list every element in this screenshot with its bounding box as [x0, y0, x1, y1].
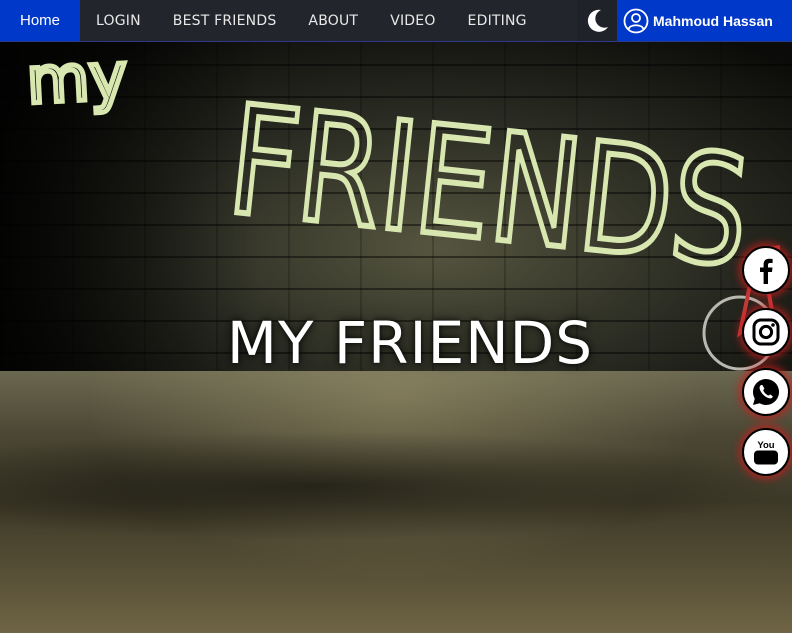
whatsapp-icon: [753, 378, 780, 405]
nav-login-link[interactable]: LOGIN: [80, 0, 157, 41]
youtube-icon: YouTube: [754, 440, 778, 465]
facebook-icon: [760, 258, 773, 284]
nav-best-friends-link[interactable]: BEST FRIENDS: [157, 0, 293, 41]
youtube-button[interactable]: YouTube: [742, 428, 790, 476]
graffiti-art: my FRIENDS: [22, 41, 759, 301]
whatsapp-button[interactable]: [742, 368, 790, 416]
top-navbar: Home LOGIN BEST FRIENDS ABOUT VIDEO EDIT…: [0, 0, 792, 42]
nav-editing-link[interactable]: EDITING: [452, 0, 543, 41]
hero-section: my FRIENDS MY FRIENDS: [0, 41, 792, 633]
facebook-button[interactable]: [742, 246, 790, 294]
nav-video-link[interactable]: VIDEO: [374, 0, 451, 41]
user-name: Mahmoud Hassan: [653, 12, 773, 29]
ground-shadow: [0, 431, 792, 541]
user-account-button[interactable]: Mahmoud Hassan: [617, 0, 792, 41]
instagram-icon: [752, 318, 780, 346]
moon-icon[interactable]: [577, 0, 617, 41]
hero-title: MY FRIENDS: [226, 309, 594, 377]
nav-home-button[interactable]: Home: [0, 0, 80, 41]
user-circle-icon: [623, 8, 649, 33]
instagram-button[interactable]: [742, 308, 790, 356]
graffiti-big-text: FRIENDS: [221, 74, 756, 301]
nav-about-link[interactable]: ABOUT: [292, 0, 374, 41]
graffiti-small-text: my: [25, 41, 129, 119]
